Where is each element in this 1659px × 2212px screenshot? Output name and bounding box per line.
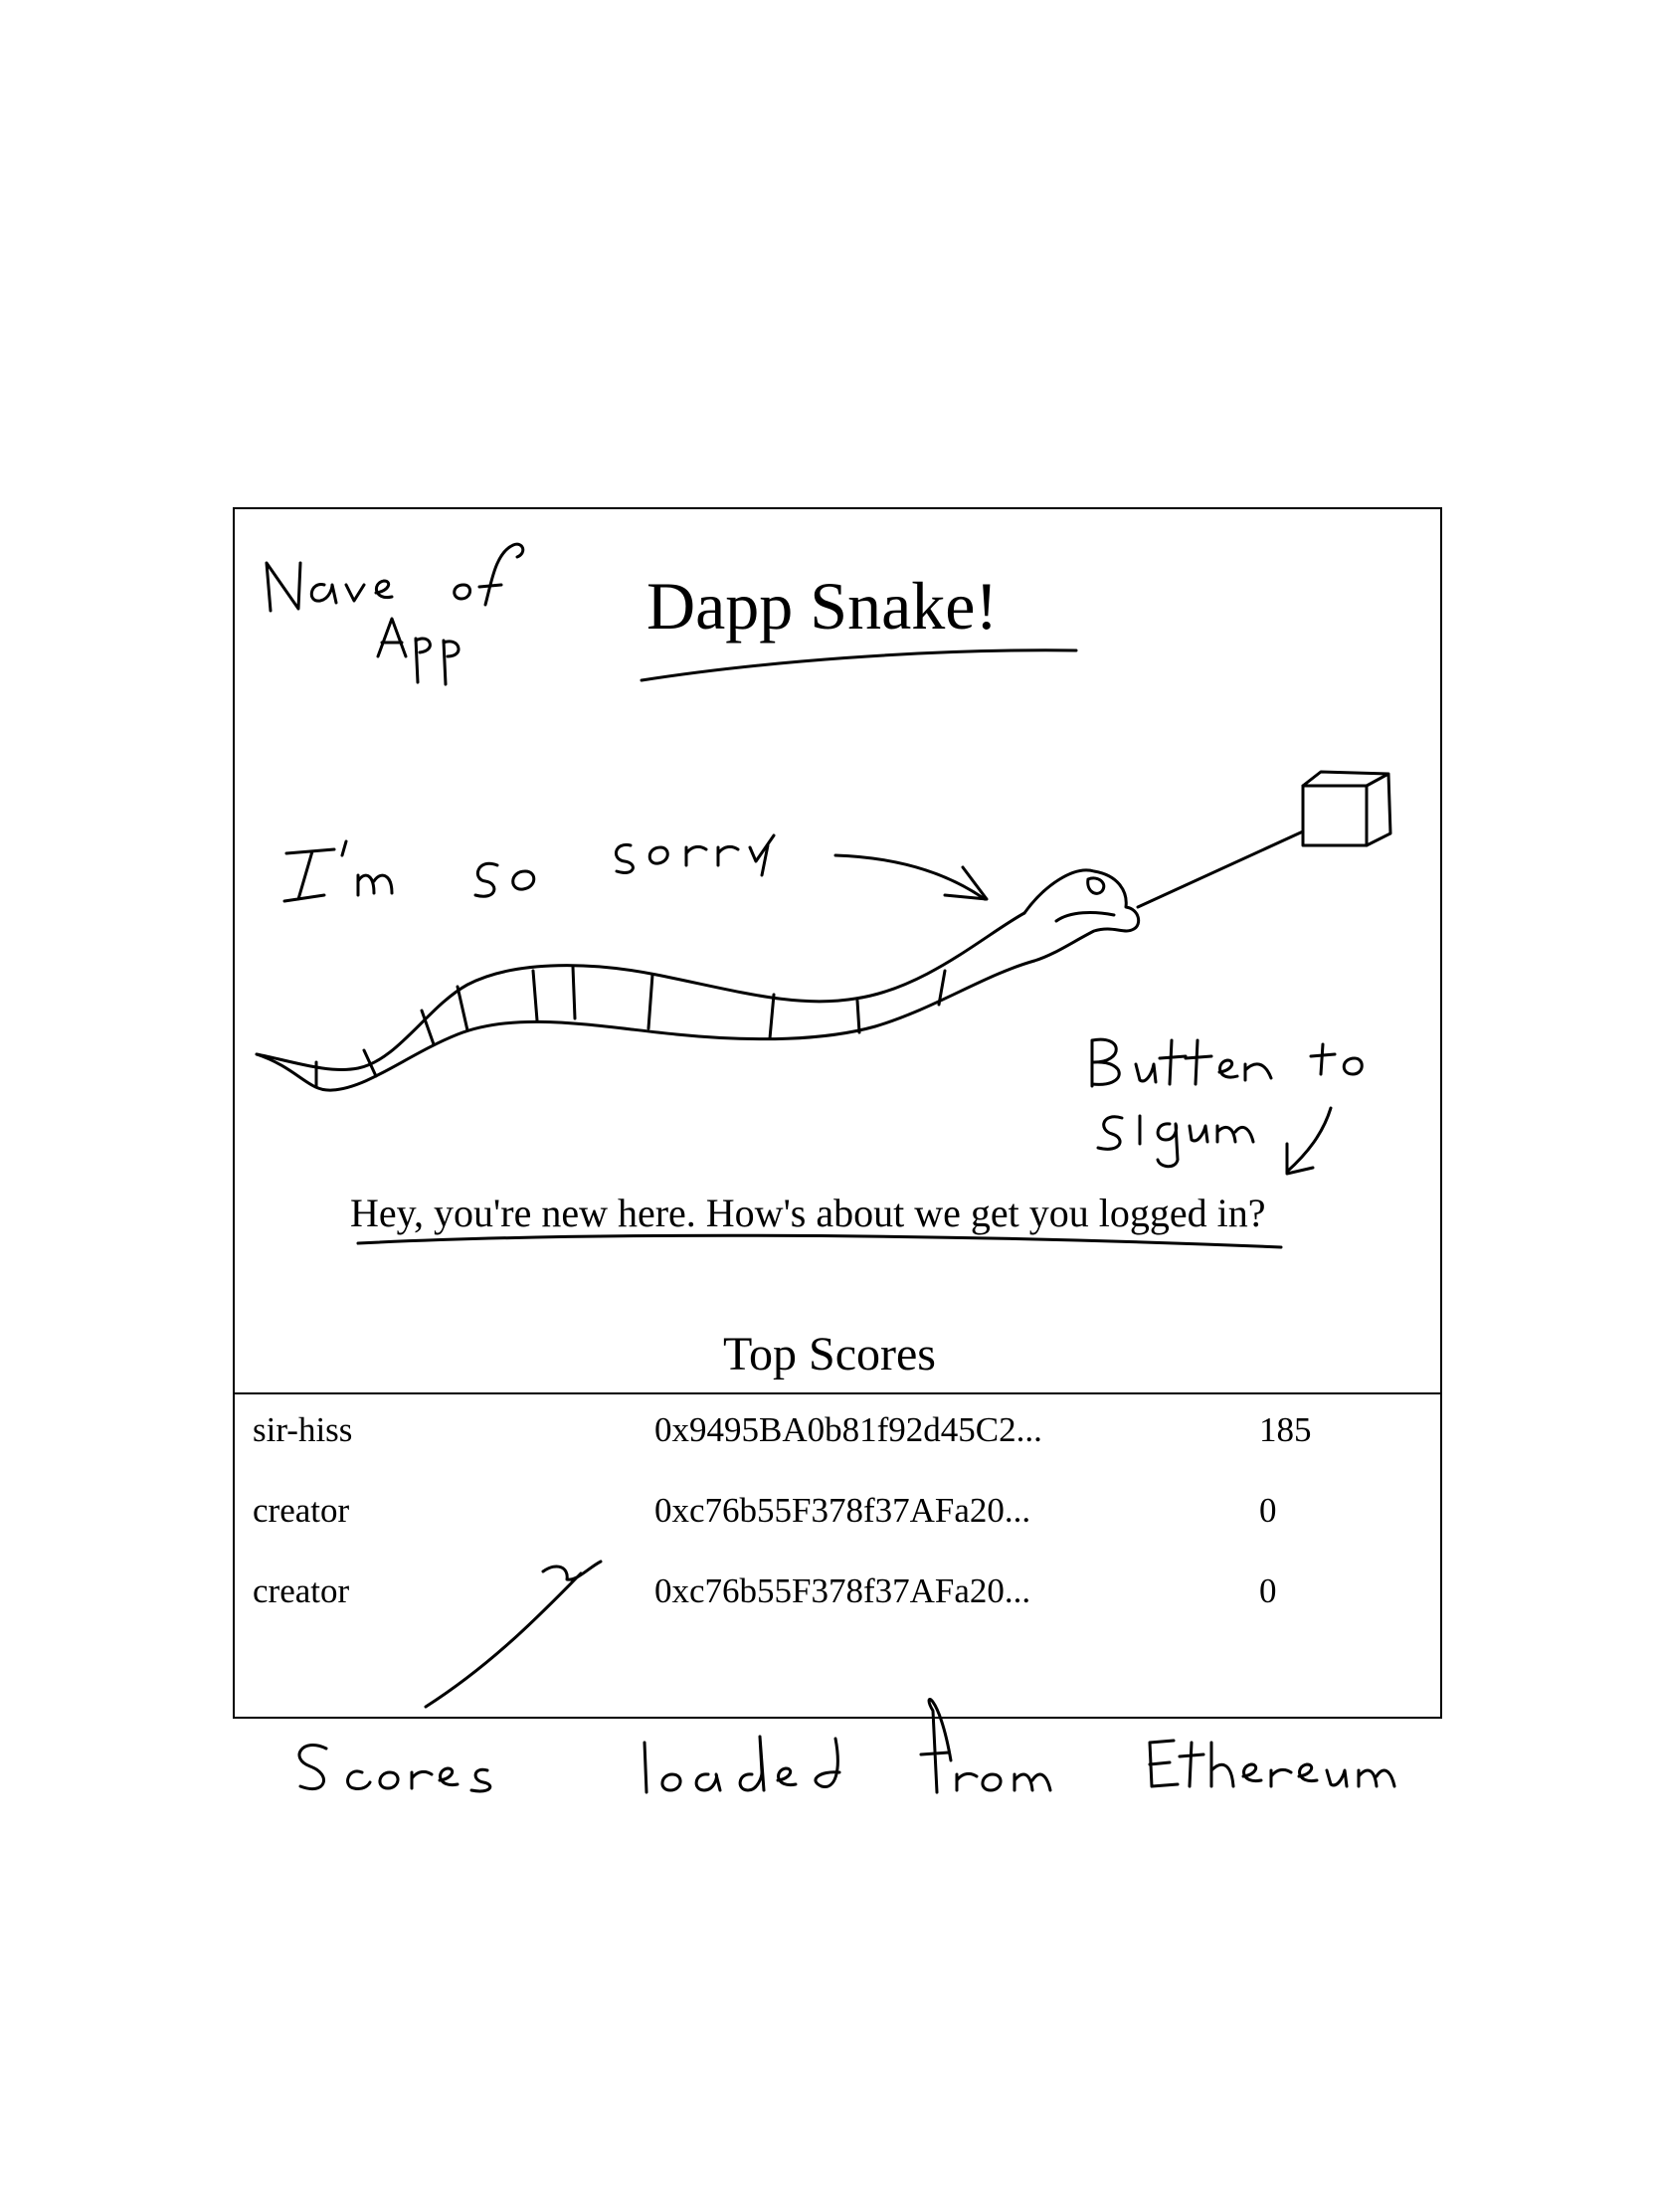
player-address: 0x9495BA0b81f92d45C2... [654, 1410, 1042, 1449]
score-row: creator 0xc76b55F378f37AFa20... 0 [253, 1571, 1426, 1631]
player-score: 185 [1259, 1410, 1312, 1449]
player-name: sir-hiss [253, 1410, 353, 1449]
player-address: 0xc76b55F378f37AFa20... [654, 1571, 1031, 1610]
scores-divider [233, 1392, 1442, 1394]
score-row: creator 0xc76b55F378f37AFa20... 0 [253, 1491, 1426, 1551]
player-name: creator [253, 1491, 350, 1530]
app-title: Dapp Snake! [646, 568, 999, 644]
login-prompt-button[interactable]: Hey, you're new here. How's about we get… [350, 1190, 1265, 1236]
score-row: sir-hiss 0x9495BA0b81f92d45C2... 185 [253, 1410, 1426, 1470]
top-scores-heading: Top Scores [723, 1328, 936, 1381]
player-address: 0xc76b55F378f37AFa20... [654, 1491, 1031, 1530]
player-score: 0 [1259, 1491, 1277, 1530]
player-name: creator [253, 1571, 350, 1610]
player-score: 0 [1259, 1571, 1277, 1610]
